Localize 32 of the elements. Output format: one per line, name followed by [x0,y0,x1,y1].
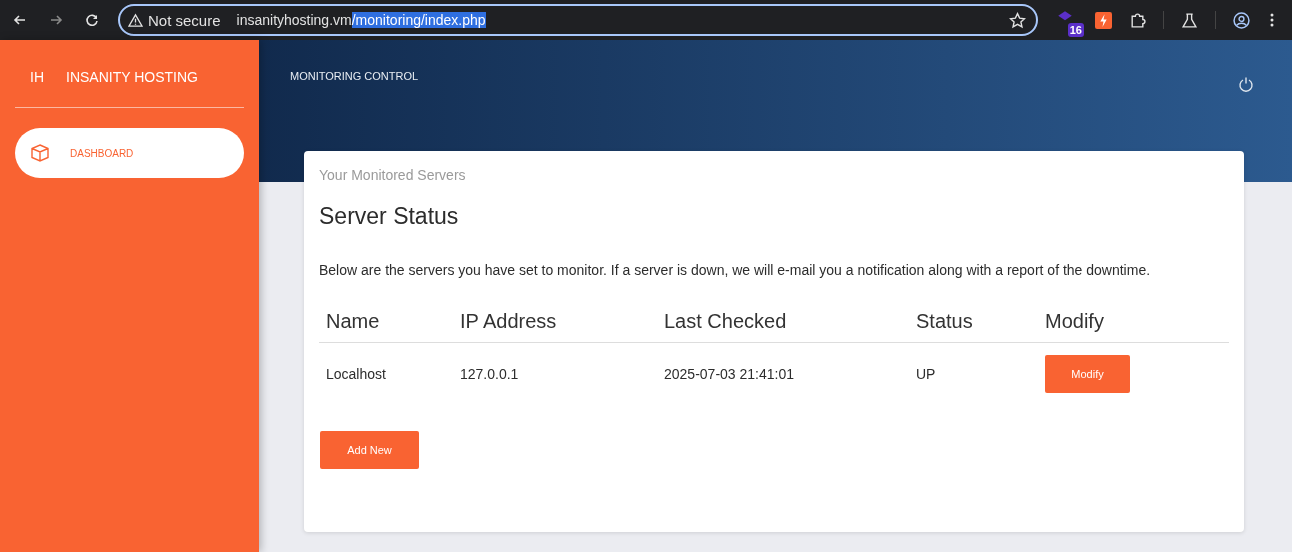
address-bar[interactable]: Not secure insanityhosting.vm/monitoring/index.php [118,4,1038,36]
column-header: Last Checked [657,301,909,343]
profile-icon[interactable] [1233,11,1250,29]
card-title: Server Status [319,203,460,230]
table-cell: 127.0.0.1 [460,366,519,382]
puzzle-icon[interactable] [1129,11,1146,29]
column-header: Modify [1038,301,1229,343]
column-header: Status [909,301,1038,343]
logo-text[interactable]: INSANITY HOSTING [66,69,198,107]
url-text: insanityhosting.vm/monitoring/index.php [236,12,487,28]
table-cell: UP [916,366,936,382]
modify-button[interactable]: Modify [1045,355,1130,393]
security-label[interactable]: Not secure [148,11,221,29]
star-icon[interactable] [1009,11,1026,29]
table-cell: Localhost [326,366,386,382]
extension-badge: 16 [1067,23,1084,37]
warning-icon [128,12,143,28]
reload-icon[interactable] [84,12,100,28]
logo-mark[interactable]: IH [30,69,44,107]
nav-item[interactable]: DASHBOARD [15,128,244,178]
header-title: MONITORING CONTROL [290,70,419,82]
column-header: IP Address [453,301,657,343]
card-category: Your Monitored Servers [319,167,467,183]
flask-icon[interactable] [1181,11,1198,29]
card-description: Below are the servers you have set to monitor. If a server is down, we will e-mail you a notification along with a report of the downtime. [319,261,1152,280]
menu-icon[interactable] [1270,12,1274,28]
table-cell: 2025-07-03 21:41:01 [664,366,794,382]
add-new-button[interactable]: Add New [320,431,419,469]
cube-icon [30,143,50,163]
power-icon[interactable] [1238,76,1254,92]
column-header: Name [319,301,453,343]
bolt-icon[interactable] [1095,11,1112,29]
